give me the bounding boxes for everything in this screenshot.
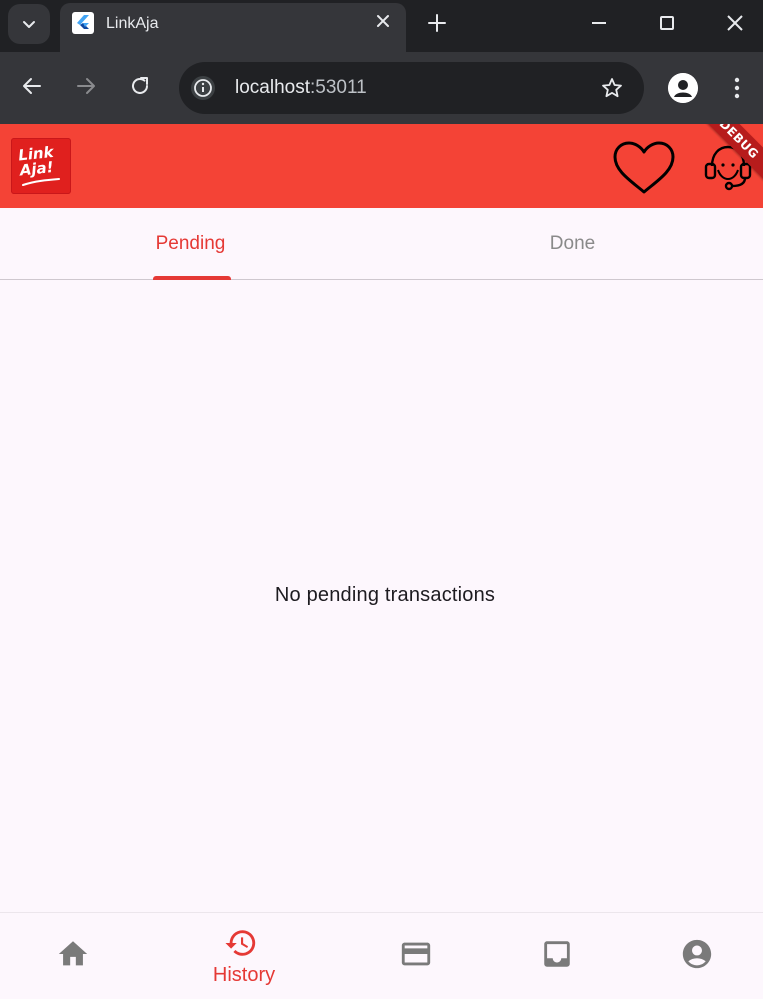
nav-history-label: History <box>212 964 276 986</box>
url-port: :53011 <box>310 77 367 98</box>
selected-tab-indicator <box>153 276 231 280</box>
tab-pending-label: Pending <box>155 233 226 254</box>
minimize-window-icon[interactable] <box>588 12 610 34</box>
reload-icon[interactable] <box>128 74 152 98</box>
account-circle-icon <box>682 939 712 969</box>
flutter-favicon-icon <box>72 12 94 34</box>
address-bar[interactable]: localhost:53011 <box>179 62 644 114</box>
logo-text-line2: Aja! <box>18 157 55 180</box>
card-icon <box>401 942 431 966</box>
history-tab-bar: Pending Done <box>0 208 763 280</box>
favorite-heart-icon[interactable] <box>611 140 677 196</box>
url-text: localhost:53011 <box>235 77 367 99</box>
logo-swoosh <box>22 178 60 186</box>
nav-home[interactable] <box>0 913 152 999</box>
bookmark-star-icon[interactable] <box>600 76 624 100</box>
browser-tabstrip: LinkAja <box>0 0 763 52</box>
home-icon <box>58 941 88 966</box>
tab-search-button[interactable] <box>8 4 50 44</box>
tab-title: LinkAja <box>106 15 159 32</box>
app-bar: Link Aja! DEBUG <box>0 124 763 208</box>
profile-avatar-icon[interactable] <box>668 73 698 103</box>
inbox-icon <box>544 941 570 967</box>
tab-done-label: Done <box>549 233 596 254</box>
maximize-window-icon[interactable] <box>656 12 678 34</box>
nav-account[interactable] <box>624 913 763 999</box>
tab-done[interactable]: Done <box>382 208 763 280</box>
browser-tab[interactable]: LinkAja <box>60 3 406 52</box>
nav-cards[interactable] <box>343 913 495 999</box>
forward-arrow-icon[interactable] <box>74 74 98 98</box>
close-tab-icon[interactable] <box>374 12 392 30</box>
browser-menu-icon[interactable] <box>728 74 746 102</box>
back-arrow-icon[interactable] <box>20 74 44 98</box>
tab-pending[interactable]: Pending <box>0 208 381 280</box>
logo-text: Link Aja! <box>17 143 69 180</box>
app-viewport: Link Aja! DEBUG Pending Done No pending … <box>0 124 763 999</box>
close-window-icon[interactable] <box>724 12 746 34</box>
site-info-icon[interactable] <box>191 76 215 100</box>
nav-history[interactable]: History <box>168 913 320 999</box>
url-host: localhost <box>235 77 310 98</box>
new-tab-icon[interactable] <box>426 12 448 34</box>
nav-inbox[interactable] <box>484 913 636 999</box>
history-icon <box>225 930 256 956</box>
browser-toolbar: localhost:53011 <box>0 52 763 124</box>
bottom-navigation-bar: History <box>0 912 763 999</box>
linkaja-logo: Link Aja! <box>11 138 71 194</box>
chevron-down-icon <box>23 21 35 28</box>
empty-state-message: No pending transactions <box>274 584 496 606</box>
